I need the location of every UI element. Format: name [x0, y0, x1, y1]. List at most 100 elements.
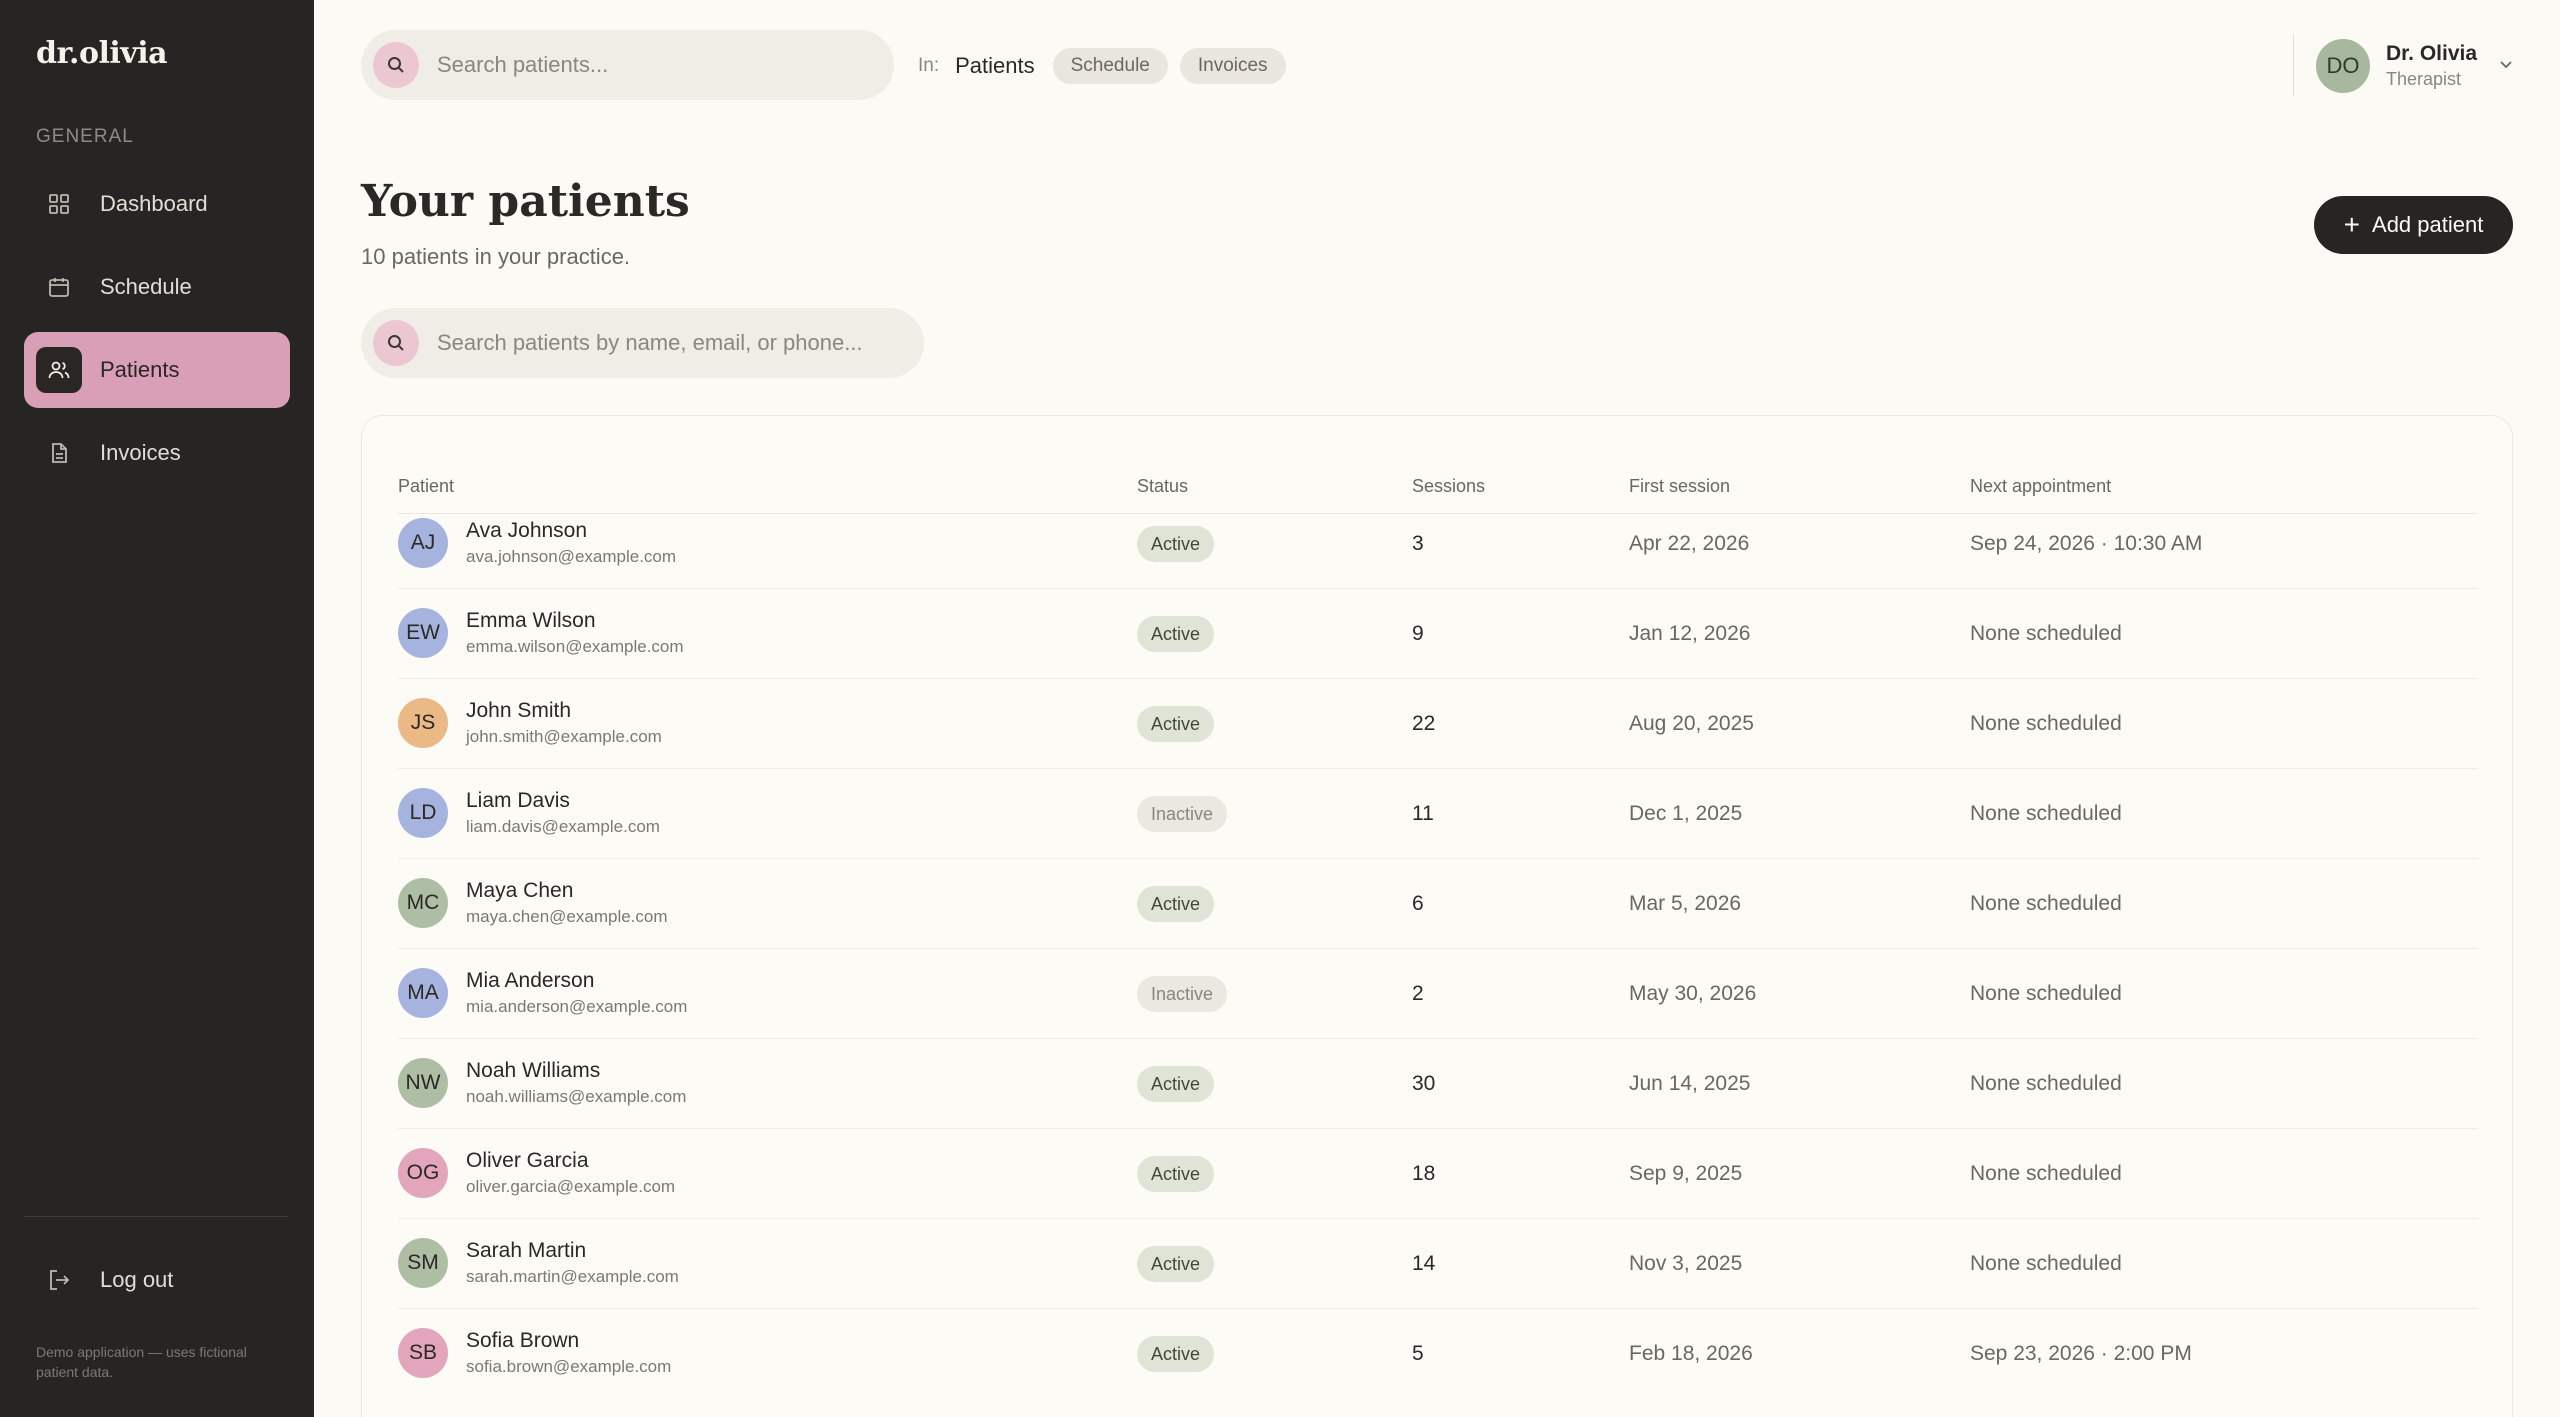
status-badge: Active	[1137, 886, 1215, 922]
sessions-count: 30	[1412, 1072, 1436, 1095]
patient-email: mia.anderson@example.com	[466, 997, 688, 1016]
app-logo[interactable]: dr.olivia	[36, 36, 168, 71]
patient-cell: MA Mia Anderson mia.anderson@example.com	[398, 968, 687, 1018]
status-badge: Active	[1137, 1246, 1215, 1282]
table-row[interactable]: SM Sarah Martin sarah.martin@example.com…	[398, 1219, 2478, 1309]
first-session-date: Dec 1, 2025	[1629, 802, 1743, 825]
user-menu[interactable]: DO Dr. Olivia Therapist	[2316, 38, 2515, 94]
patient-avatar: JS	[398, 698, 448, 748]
sidebar-item-patients[interactable]: Patients	[24, 332, 290, 408]
add-patient-button[interactable]: + Add patient	[2314, 196, 2513, 254]
scope-chip-schedule[interactable]: Schedule	[1052, 48, 1168, 84]
patient-cell: SB Sofia Brown sofia.brown@example.com	[398, 1328, 671, 1378]
status-badge: Inactive	[1137, 976, 1228, 1012]
status-badge: Active	[1137, 1066, 1215, 1102]
user-role: Therapist	[2386, 69, 2462, 89]
sessions-count: 18	[1412, 1162, 1436, 1185]
table-row[interactable]: MC Maya Chen maya.chen@example.com Activ…	[398, 859, 2478, 949]
patient-email: sarah.martin@example.com	[466, 1267, 679, 1286]
patient-search-input[interactable]	[437, 330, 877, 356]
sessions-count: 9	[1412, 622, 1424, 645]
patient-avatar: LD	[398, 788, 448, 838]
patients-table: Patient Status Sessions First session Ne…	[361, 415, 2513, 1417]
user-name: Dr. Olivia	[2386, 42, 2478, 65]
next-appointment: Sep 24, 2026 · 10:30 AM	[1970, 532, 2203, 555]
patient-email: ava.johnson@example.com	[466, 547, 677, 566]
patient-avatar: EW	[398, 608, 448, 658]
table-row[interactable]: EW Emma Wilson emma.wilson@example.com A…	[398, 589, 2478, 679]
sidebar-item-dashboard[interactable]: Dashboard	[24, 166, 290, 242]
next-appointment: None scheduled	[1970, 1072, 2122, 1095]
table-row[interactable]: NW Noah Williams noah.williams@example.c…	[398, 1039, 2478, 1129]
sidebar-item-invoices[interactable]: Invoices	[24, 415, 290, 491]
next-appointment: None scheduled	[1970, 982, 2122, 1005]
table-body: AJ Ava Johnson ava.johnson@example.com A…	[398, 499, 2478, 1399]
patient-name[interactable]: Noah Williams	[466, 1059, 686, 1083]
column-header-first-session[interactable]: First session	[1629, 476, 1730, 497]
patient-cell: JS John Smith john.smith@example.com	[398, 698, 662, 748]
patient-name[interactable]: Sofia Brown	[466, 1329, 671, 1353]
table-row[interactable]: SB Sofia Brown sofia.brown@example.com A…	[398, 1309, 2478, 1399]
logout-button[interactable]: Log out	[24, 1244, 290, 1316]
patient-name[interactable]: John Smith	[466, 699, 662, 723]
patient-name[interactable]: Ava Johnson	[466, 519, 676, 543]
patient-name[interactable]: Oliver Garcia	[466, 1149, 675, 1173]
column-header-next-appointment[interactable]: Next appointment	[1970, 476, 2111, 497]
demo-note: Demo application — uses fictional patien…	[36, 1344, 247, 1380]
patient-cell: OG Oliver Garcia oliver.garcia@example.c…	[398, 1148, 675, 1198]
page-title: Your patients	[361, 176, 690, 227]
patient-avatar: OG	[398, 1148, 448, 1198]
patient-name[interactable]: Mia Anderson	[466, 969, 687, 993]
first-session-date: Jan 12, 2026	[1629, 622, 1751, 645]
first-session-date: Feb 18, 2026	[1629, 1342, 1753, 1365]
table-row[interactable]: MA Mia Anderson mia.anderson@example.com…	[398, 949, 2478, 1039]
status-badge: Active	[1137, 1336, 1215, 1372]
chevron-down-icon[interactable]	[2497, 55, 2515, 78]
status-badge: Inactive	[1137, 796, 1228, 832]
next-appointment: None scheduled	[1970, 712, 2122, 735]
table-row[interactable]: LD Liam Davis liam.davis@example.com Ina…	[398, 769, 2478, 859]
scope-chip-invoices[interactable]: Invoices	[1179, 48, 1286, 84]
patient-name[interactable]: Sarah Martin	[466, 1239, 679, 1263]
patient-email: maya.chen@example.com	[466, 907, 668, 926]
table-row[interactable]: JS John Smith john.smith@example.com Act…	[398, 679, 2478, 769]
patient-name[interactable]: Liam Davis	[466, 789, 660, 813]
first-session-date: Jun 14, 2025	[1629, 1072, 1751, 1095]
column-header-patient[interactable]: Patient	[398, 476, 454, 497]
patient-name[interactable]: Emma Wilson	[466, 609, 684, 633]
sessions-count: 6	[1412, 892, 1424, 915]
sidebar-section-label: GENERAL	[36, 126, 134, 147]
scope-patients[interactable]: Patients	[955, 53, 1035, 79]
sessions-count: 3	[1412, 532, 1424, 555]
patient-email: oliver.garcia@example.com	[466, 1177, 676, 1196]
search-icon	[373, 42, 419, 88]
status-badge: Active	[1137, 706, 1215, 742]
search-scope: In: Patients Schedule Invoices	[918, 46, 1298, 86]
sessions-count: 11	[1412, 802, 1434, 825]
patient-cell: AJ Ava Johnson ava.johnson@example.com	[398, 518, 676, 568]
column-header-sessions[interactable]: Sessions	[1412, 476, 1485, 497]
header-divider	[2293, 34, 2294, 96]
patient-email: noah.williams@example.com	[466, 1087, 687, 1106]
patient-name[interactable]: Maya Chen	[466, 879, 668, 903]
patient-avatar: SB	[398, 1328, 448, 1378]
user-avatar: DO	[2316, 39, 2370, 93]
table-row[interactable]: AJ Ava Johnson ava.johnson@example.com A…	[398, 499, 2478, 589]
users-icon	[36, 347, 82, 393]
patient-cell: NW Noah Williams noah.williams@example.c…	[398, 1058, 686, 1108]
add-patient-label: Add patient	[2372, 212, 2484, 237]
document-icon	[36, 430, 82, 476]
sidebar-item-schedule[interactable]: Schedule	[24, 249, 290, 325]
plus-icon: +	[2343, 209, 2361, 240]
table-row[interactable]: OG Oliver Garcia oliver.garcia@example.c…	[398, 1129, 2478, 1219]
column-header-status[interactable]: Status	[1137, 476, 1188, 497]
patient-search	[361, 308, 924, 378]
patient-cell: SM Sarah Martin sarah.martin@example.com	[398, 1238, 679, 1288]
sidebar-item-label: Dashboard	[100, 191, 208, 216]
next-appointment: None scheduled	[1970, 892, 2122, 915]
next-appointment: None scheduled	[1970, 1252, 2122, 1275]
global-search-input[interactable]	[437, 52, 837, 78]
grid-icon	[36, 181, 82, 227]
sessions-count: 22	[1412, 712, 1436, 735]
patient-cell: LD Liam Davis liam.davis@example.com	[398, 788, 660, 838]
